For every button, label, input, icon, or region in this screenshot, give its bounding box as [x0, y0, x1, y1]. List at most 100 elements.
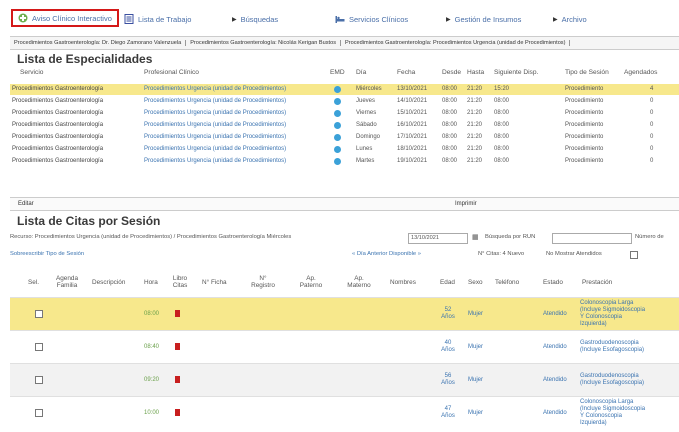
col-telefono: Teléfono	[495, 279, 520, 286]
edad-value: 56	[444, 373, 452, 379]
emd-record-icon[interactable]	[334, 98, 341, 105]
search-run-label: Búsqueda por RUN	[485, 234, 536, 240]
emd-record-icon[interactable]	[334, 122, 341, 129]
nav-archivo[interactable]: ▶ Archivo	[553, 12, 587, 26]
cell-desde: 08:00	[442, 134, 458, 140]
cell-prestacion[interactable]: Gastroduodenoscopia (Incluye Esofagoscopi…	[580, 373, 644, 387]
cell-estado: Atendido	[543, 410, 567, 416]
breadcrumb-tab[interactable]: Procedimientos Gastroenterología: Dr. Di…	[10, 40, 187, 46]
book-flag-icon[interactable]	[175, 310, 180, 317]
list-icon	[124, 14, 134, 24]
emd-record-icon[interactable]	[334, 146, 341, 153]
nav-busquedas[interactable]: ▶ Búsquedas	[232, 12, 278, 26]
specialty-row[interactable]: Procedimientos Gastroenterología Procedim…	[10, 144, 679, 155]
cita-row[interactable]: 08:40 40 Años Mujer Atendido Gastroduodenosco…	[10, 330, 679, 363]
prestacion-line: Izquierda)	[580, 321, 607, 327]
cell-hora: 09:20	[144, 377, 160, 383]
nav-lista-trabajo[interactable]: Lista de Trabajo	[124, 12, 191, 26]
cell-servicio: Procedimientos Gastroenterología	[12, 110, 104, 116]
nav-servicios-clinicos[interactable]: Servicios Clínicos	[335, 12, 408, 26]
nav-gestion-insumos[interactable]: ▶ Gestión de Insumos	[446, 12, 521, 26]
edad-value: 40	[444, 340, 452, 346]
nav-aviso-clinico[interactable]: Aviso Clínico Interactivo	[11, 9, 119, 27]
cell-hasta: 21:20	[467, 110, 483, 116]
specialty-row[interactable]: Procedimientos Gastroenterología Procedim…	[10, 96, 679, 107]
breadcrumb-tab[interactable]: Procedimientos Gastroenterología: Proced…	[341, 40, 571, 46]
cell-tipo: Procedimiento	[565, 122, 604, 128]
col-registro: N° Registro	[251, 275, 275, 289]
emd-record-icon[interactable]	[334, 134, 341, 141]
citas-title: Lista de Citas por Sesión	[17, 214, 161, 228]
prestacion-line: Y Colonoscopia	[580, 314, 622, 320]
specialty-row[interactable]: Procedimientos Gastroenterología Procedim…	[10, 108, 679, 119]
calendar-icon[interactable]: ▦	[472, 233, 479, 241]
prestacion-line: Y Colonoscopia	[580, 413, 622, 419]
day-nav-link[interactable]: « Día Anterior Disponible »	[352, 251, 421, 257]
col-ficha: N° Ficha	[202, 279, 227, 286]
cell-hora: 08:00	[144, 311, 160, 317]
cell-hora: 10:00	[144, 410, 160, 416]
select-checkbox[interactable]	[35, 376, 43, 384]
select-checkbox[interactable]	[35, 310, 43, 318]
cell-dia: Domingo	[356, 134, 381, 140]
cita-row[interactable]: 09:20 56 Años Mujer Atendido Gastroduodenosco…	[10, 363, 679, 396]
col-agenda-familia: Agenda Familia	[55, 275, 79, 289]
specialty-row[interactable]: Procedimientos Gastroenterología Procedim…	[10, 132, 679, 143]
overwrite-session-link[interactable]: Sobreescribir Tipo de Sesión	[10, 251, 84, 257]
prestacion-line: Colonoscopia Larga	[580, 300, 634, 306]
cell-prestacion[interactable]: Gastroduodenoscopia (Incluye Esofagoscopi…	[580, 340, 644, 354]
cell-fecha: 15/10/2021	[397, 110, 428, 116]
prestacion-line: Izquierda)	[580, 420, 607, 426]
cell-prestacion[interactable]: Colonoscopia Larga (Incluye Sigmoidoscopi…	[580, 300, 645, 328]
book-flag-icon[interactable]	[175, 376, 180, 383]
col-libro-citas: Libro Citas	[172, 275, 188, 289]
cita-row[interactable]: 10:00 47 Años Mujer Atendido Colonoscopia Lar…	[10, 396, 679, 429]
emd-record-icon[interactable]	[334, 158, 341, 165]
cell-fecha: 13/10/2021	[397, 86, 428, 92]
cell-fecha: 18/10/2021	[397, 146, 428, 152]
cell-edad: 40 Años	[438, 340, 458, 354]
specialty-row[interactable]: Procedimientos Gastroenterología Procedim…	[10, 156, 679, 167]
emd-record-icon[interactable]	[334, 86, 341, 93]
col-prestacion: Prestación	[582, 279, 613, 286]
book-flag-icon[interactable]	[175, 409, 180, 416]
select-checkbox[interactable]	[35, 409, 43, 417]
print-button[interactable]: Imprimir	[455, 201, 477, 207]
edad-value: 47	[444, 406, 452, 412]
select-checkbox[interactable]	[35, 343, 43, 351]
book-flag-icon[interactable]	[175, 343, 180, 350]
col-sel: Sel.	[28, 279, 40, 286]
arrow-right-icon: ▶	[232, 16, 237, 23]
cell-servicio: Procedimientos Gastroenterología	[12, 98, 104, 104]
search-run-input[interactable]	[552, 233, 632, 244]
cita-row[interactable]: 08:00 52 Años Mujer Atendido Colonoscopia Lar…	[10, 297, 679, 330]
specialty-row[interactable]: Procedimientos Gastroenterología Procedim…	[10, 120, 679, 131]
cell-sexo: Mujer	[468, 377, 484, 383]
cell-estado: Atendido	[543, 311, 567, 317]
cell-profesional: Procedimientos Urgencia (unidad de Proce…	[144, 146, 287, 152]
cell-agendados: 0	[650, 110, 654, 116]
cell-siguiente: 08:00	[494, 146, 510, 152]
cell-dia: Martes	[356, 158, 375, 164]
date-field[interactable]: 13/10/2021	[408, 233, 468, 244]
breadcrumb-tab[interactable]: Procedimientos Gastroenterología: Nicolá…	[186, 40, 342, 46]
edit-button[interactable]: Editar	[18, 201, 34, 207]
col-agendados: Agendados	[624, 69, 658, 76]
specialty-row[interactable]: Procedimientos Gastroenterología Procedim…	[10, 84, 679, 95]
cell-prestacion[interactable]: Colonoscopia Larga (Incluye Sigmoidoscopi…	[580, 399, 645, 427]
emd-record-icon[interactable]	[334, 110, 341, 117]
hide-attended-checkbox[interactable]	[630, 251, 638, 259]
resource-line: Recurso: Procedimientos Urgencia (unidad…	[10, 233, 679, 246]
cell-siguiente: 08:00	[494, 158, 510, 164]
cell-profesional: Procedimientos Urgencia (unidad de Proce…	[144, 110, 287, 116]
citas-count: N° Citas: 4 Nuevo	[478, 251, 525, 257]
prestacion-line: (Incluye Sigmoidoscopia	[580, 406, 646, 412]
cell-fecha: 19/10/2021	[397, 158, 428, 164]
cell-agendados: 0	[650, 158, 654, 164]
cell-hasta: 21:20	[467, 146, 483, 152]
col-sexo: Sexo	[468, 279, 483, 286]
cell-desde: 08:00	[442, 122, 458, 128]
cell-fecha: 14/10/2021	[397, 98, 428, 104]
col-ap-materno: Ap. Materno	[347, 275, 371, 289]
arrow-right-icon: ▶	[446, 16, 451, 23]
